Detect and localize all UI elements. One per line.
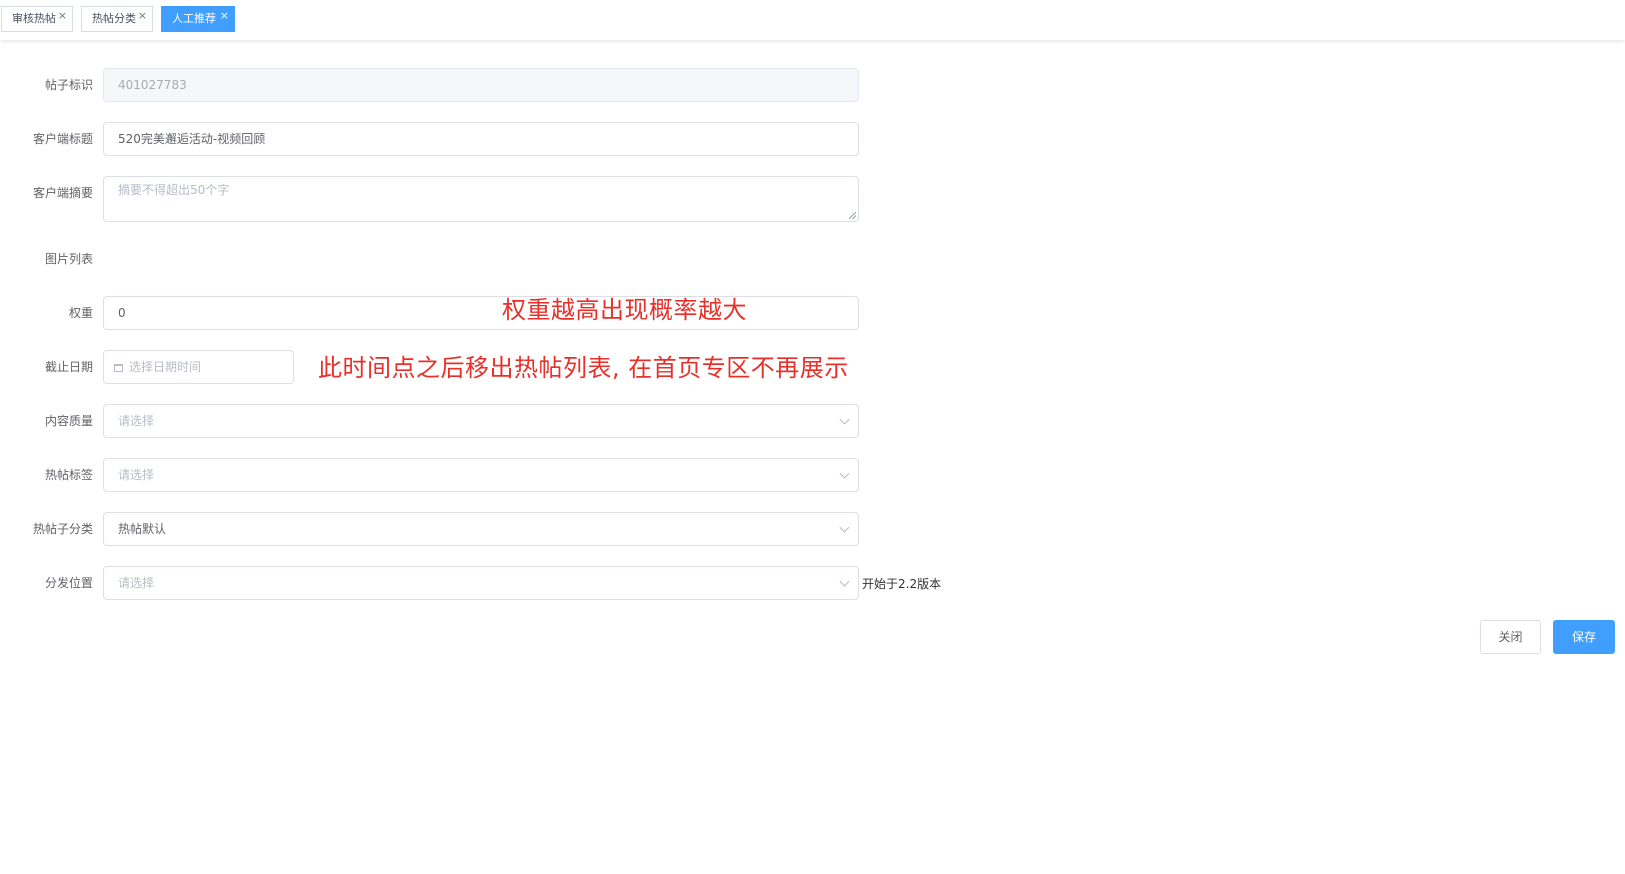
content-quality-label: 内容质量: [44, 414, 93, 428]
chevron-down-icon: [839, 522, 850, 533]
client-summary-label: 客户端摘要: [32, 186, 93, 200]
client-summary-textarea[interactable]: 摘要不得超出50个字: [103, 176, 859, 222]
client-summary-placeholder: 摘要不得超出50个字: [118, 183, 230, 197]
resize-handle-icon[interactable]: [849, 212, 856, 219]
sub-category-select[interactable]: 热帖默认: [103, 512, 859, 546]
close-button[interactable]: 关闭: [1480, 620, 1541, 654]
chevron-down-icon: [839, 576, 850, 587]
sub-category-value: 热帖默认: [118, 522, 167, 536]
tab-close-icon[interactable]: ×: [138, 4, 147, 28]
weight-hint-annotation: 权重越高出现概率越大: [502, 296, 747, 324]
distribution-label: 分发位置: [44, 576, 93, 590]
client-title-input[interactable]: 520完美邂逅活动-视频回顾: [103, 122, 859, 156]
deadline-hint-annotation: 此时间点之后移出热帖列表, 在首页专区不再展示: [318, 354, 849, 382]
content-quality-select[interactable]: 请选择: [103, 404, 859, 438]
client-title-value: 520完美邂逅活动-视频回顾: [118, 132, 266, 146]
weight-label: 权重: [68, 306, 93, 320]
image-list-label: 图片列表: [44, 252, 93, 266]
chevron-down-icon: [839, 414, 850, 425]
hot-tags-select[interactable]: 请选择: [103, 458, 859, 492]
tab-manual-recommend[interactable]: 人工推荐 ×: [161, 6, 235, 32]
tab-close-icon[interactable]: ×: [58, 4, 67, 28]
post-id-value: 401027783: [118, 78, 187, 92]
tab-label: 审核热帖: [12, 12, 56, 25]
tab-bar: 审核热帖 × 热帖分类 × 人工推荐 ×: [0, 0, 1625, 40]
distribution-select[interactable]: 请选择: [103, 566, 859, 600]
save-button[interactable]: 保存: [1553, 620, 1615, 654]
tab-hot-post-category[interactable]: 热帖分类 ×: [81, 6, 153, 32]
post-id-label: 帖子标识: [44, 78, 93, 92]
tab-label: 人工推荐: [172, 12, 216, 25]
deadline-label: 截止日期: [44, 360, 93, 374]
weight-value: 0: [118, 306, 126, 320]
distribution-placeholder: 请选择: [118, 576, 155, 590]
tab-close-icon[interactable]: ×: [220, 4, 229, 28]
content-quality-placeholder: 请选择: [118, 414, 155, 428]
post-id-input: 401027783: [103, 68, 859, 102]
deadline-date-picker[interactable]: 选择日期时间: [103, 350, 294, 384]
deadline-placeholder: 选择日期时间: [129, 360, 202, 374]
tab-review-hot-posts[interactable]: 审核热帖 ×: [1, 6, 73, 32]
hot-tags-placeholder: 请选择: [118, 468, 155, 482]
hot-tags-label: 热帖标签: [44, 468, 93, 482]
chevron-down-icon: [839, 468, 850, 479]
calendar-icon: [114, 363, 123, 372]
tab-label: 热帖分类: [92, 12, 136, 25]
client-title-label: 客户端标题: [32, 132, 93, 146]
sub-category-label: 热帖子分类: [32, 522, 93, 536]
distribution-version-note: 开始于2.2版本: [862, 577, 942, 591]
